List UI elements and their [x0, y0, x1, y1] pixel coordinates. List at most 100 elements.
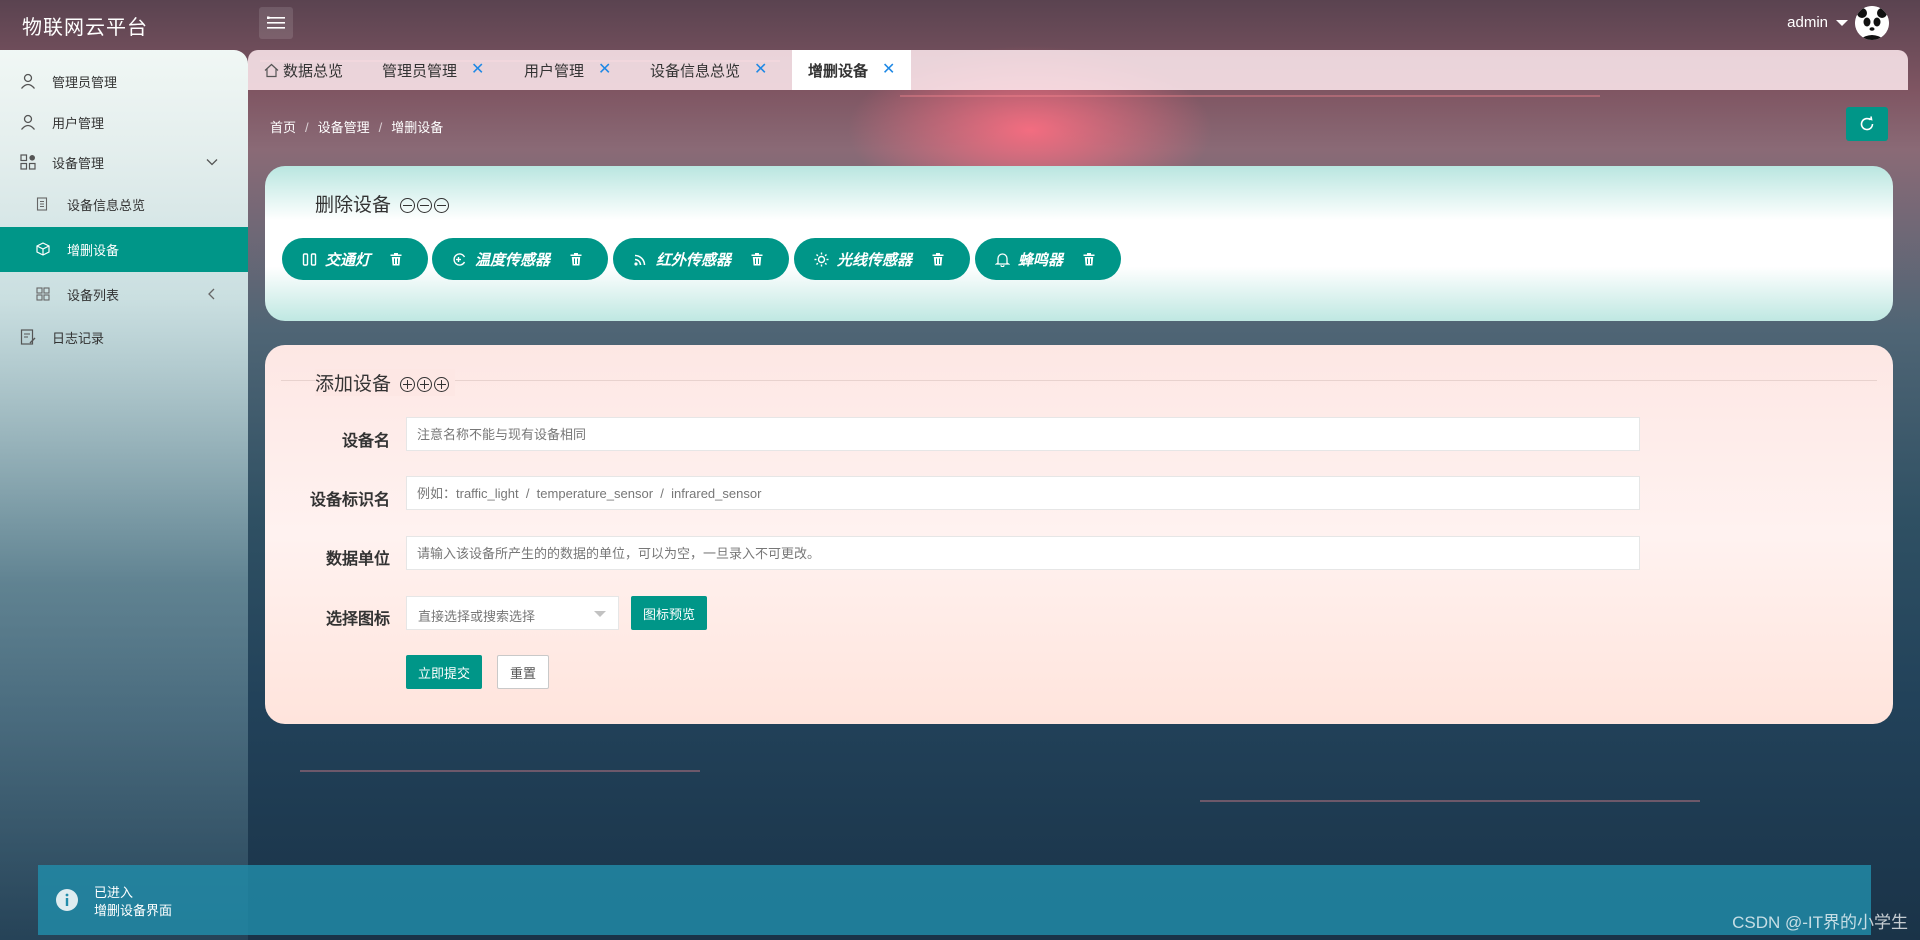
sun-icon [814, 252, 829, 266]
device-label: 红外传感器 [656, 251, 732, 269]
tab-label: 设备信息总览 [650, 62, 741, 80]
close-icon[interactable]: ✕ [598, 62, 611, 78]
toast-message: 增删设备界面 [94, 903, 173, 918]
user-icon [20, 73, 36, 89]
sidebar-item-label: 管理员管理 [52, 74, 118, 90]
submit-button[interactable]: 立即提交 [406, 655, 482, 689]
trash-icon[interactable] [932, 252, 944, 266]
device-button-infrared-sensor[interactable]: 红外传感器 [613, 238, 789, 280]
user-icon [20, 114, 36, 130]
sidebar-item-label: 设备信息总览 [67, 197, 146, 213]
device-button-buzzer[interactable]: 蜂鸣器 [975, 238, 1121, 280]
menu-icon [267, 16, 285, 29]
sidebar-item-label: 增删设备 [67, 243, 120, 258]
breadcrumb-current: 增删设备 [391, 120, 444, 135]
log-icon [20, 329, 36, 345]
breadcrumb-separator: / [305, 120, 309, 135]
sidebar-item-device-list[interactable]: 设备列表 [0, 274, 248, 314]
watermark: CSDN @-IT界的小学生 [1732, 913, 1908, 932]
username: admin [1787, 14, 1828, 31]
sidebar-item-admin-management[interactable]: 管理员管理 [0, 61, 248, 101]
close-icon[interactable]: ✕ [754, 62, 767, 78]
tab-admin-management[interactable]: 管理员管理 ✕ [382, 50, 484, 90]
sidebar-item-logs[interactable]: 日志记录 [0, 317, 248, 357]
trash-icon[interactable] [1083, 252, 1095, 266]
thermometer-icon [453, 252, 466, 266]
delete-device-card: 删除设备 交通灯 温度传感器 红外传感器 光线传感器 蜂鸣器 [265, 166, 1893, 321]
sidebar: 管理员管理 用户管理 设备管理 设备信息总览 增删设备 设备列表 日志记录 [0, 50, 248, 940]
device-label: 光线传感器 [837, 251, 913, 269]
device-button-temperature-sensor[interactable]: 温度传感器 [432, 238, 608, 280]
top-bar: 物联网云平台 admin [0, 0, 1920, 50]
apps-icon [20, 154, 36, 170]
notification-toast: 已进入 增删设备界面 [38, 865, 1871, 935]
rss-icon [634, 254, 646, 266]
device-label: 温度传感器 [475, 251, 551, 269]
tab-data-overview[interactable]: 数据总览 [264, 50, 343, 90]
breadcrumb-home[interactable]: 首页 [270, 120, 296, 135]
data-unit-input[interactable] [406, 536, 1640, 570]
delete-section-title: 删除设备 [315, 190, 450, 217]
breadcrumb: 首页 / 设备管理 / 增删设备 [270, 117, 443, 136]
caret-down-icon [594, 611, 606, 617]
minus-circles-icon [400, 198, 450, 213]
tab-bar: 数据总览 管理员管理 ✕ 用户管理 ✕ 设备信息总览 ✕ 增删设备 ✕ [248, 50, 1908, 90]
sidebar-item-user-management[interactable]: 用户管理 [0, 102, 248, 142]
trash-icon[interactable] [570, 252, 582, 266]
device-identifier-label: 设备标识名 [309, 492, 390, 509]
chevron-down-icon [206, 159, 218, 166]
panda-icon [1855, 6, 1889, 40]
app-title: 物联网云平台 [22, 17, 148, 39]
device-button-light-sensor[interactable]: 光线传感器 [794, 238, 970, 280]
data-unit-label: 数据单位 [325, 551, 390, 568]
reset-button[interactable]: 重置 [497, 655, 549, 689]
refresh-button[interactable] [1846, 107, 1888, 141]
breadcrumb-separator: / [378, 120, 383, 135]
add-section-title-text: 添加设备 [315, 374, 392, 395]
add-device-card: 添加设备 设备名 设备标识名 数据单位 选择图标 直接选择或搜索选择 图标预览 … [265, 345, 1893, 724]
cube-icon [36, 242, 50, 256]
sidebar-toggle-button[interactable] [259, 7, 293, 39]
icon-preview-button[interactable]: 图标预览 [631, 596, 707, 630]
add-section-title: 添加设备 [315, 369, 456, 396]
chevron-left-icon [208, 288, 215, 300]
close-icon[interactable]: ✕ [882, 62, 895, 78]
close-icon[interactable]: ✕ [471, 62, 484, 78]
tab-label: 用户管理 [524, 62, 585, 80]
trash-icon[interactable] [390, 252, 402, 266]
tab-label: 管理员管理 [382, 62, 458, 80]
icon-select-placeholder: 直接选择或搜索选择 [418, 609, 536, 624]
tab-label: 数据总览 [283, 62, 344, 80]
trash-icon[interactable] [751, 252, 763, 266]
device-label: 交通灯 [325, 251, 371, 269]
device-identifier-input[interactable] [406, 476, 1640, 510]
sidebar-item-add-delete-device[interactable]: 增删设备 [0, 227, 248, 272]
icon-select[interactable]: 直接选择或搜索选择 [406, 596, 619, 630]
plus-circles-icon [400, 377, 450, 392]
sidebar-item-device-overview[interactable]: 设备信息总览 [0, 184, 248, 224]
sidebar-item-label: 设备列表 [67, 287, 120, 303]
sidebar-item-label: 日志记录 [52, 330, 105, 346]
tab-user-management[interactable]: 用户管理 ✕ [524, 50, 611, 90]
bell-icon [995, 252, 1010, 267]
user-menu[interactable]: admin [1787, 14, 1848, 31]
device-name-input[interactable] [406, 417, 1640, 451]
tab-add-delete-device[interactable]: 增删设备 ✕ [792, 50, 912, 90]
icon-select-label: 选择图标 [325, 611, 390, 628]
divider [281, 380, 1877, 381]
sidebar-item-device-management[interactable]: 设备管理 [0, 142, 248, 182]
document-icon [36, 197, 48, 211]
device-name-label: 设备名 [341, 433, 390, 450]
breadcrumb-device-management[interactable]: 设备管理 [318, 120, 370, 135]
tab-label: 增删设备 [808, 62, 869, 80]
grid-icon [36, 287, 50, 301]
tab-device-overview[interactable]: 设备信息总览 ✕ [650, 50, 767, 90]
sidebar-item-label: 用户管理 [52, 115, 105, 131]
avatar[interactable] [1855, 6, 1889, 40]
info-icon [56, 889, 78, 911]
delete-section-title-text: 删除设备 [315, 195, 392, 216]
toast-title: 已进入 [94, 885, 134, 900]
device-label: 蜂鸣器 [1018, 251, 1064, 269]
device-button-traffic-light[interactable]: 交通灯 [282, 238, 428, 280]
refresh-icon [1860, 116, 1874, 131]
